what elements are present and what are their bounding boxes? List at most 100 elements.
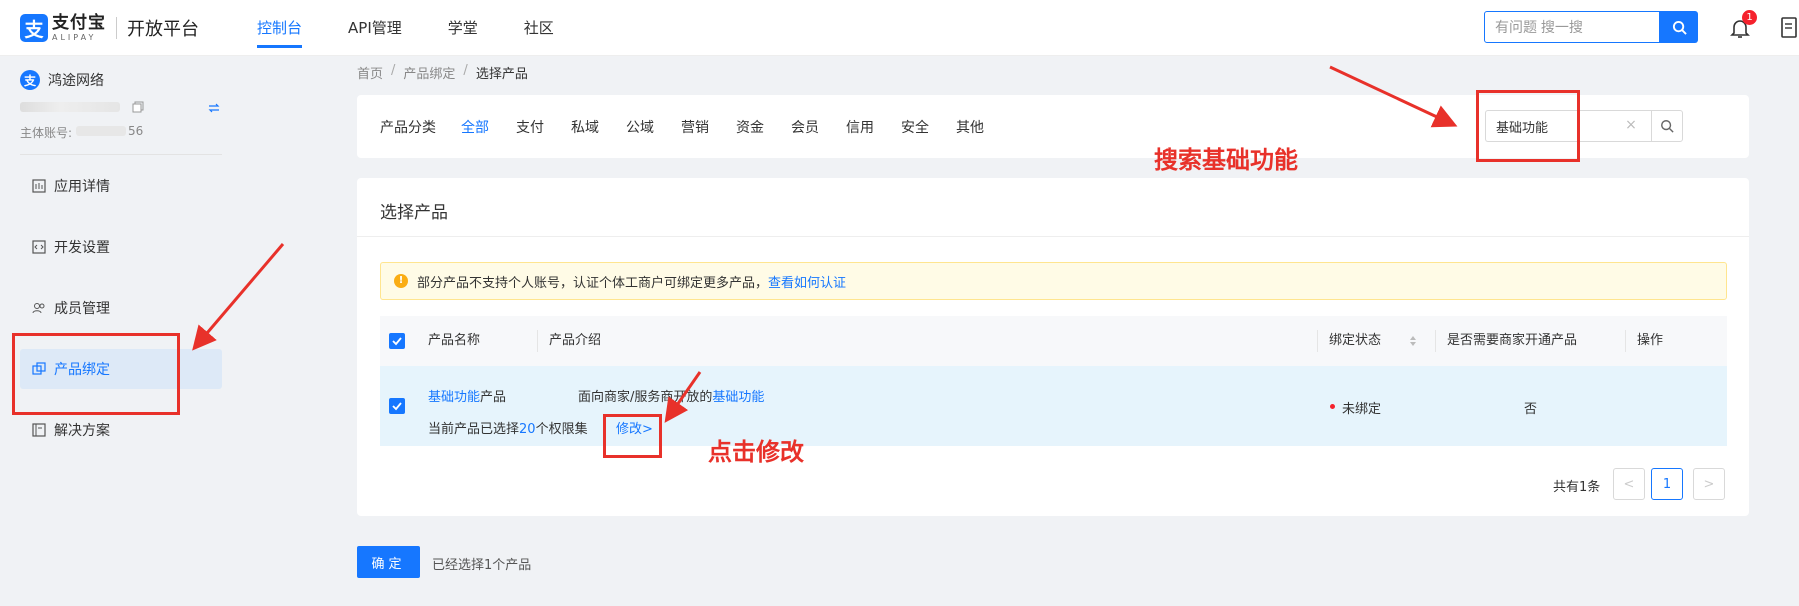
annotation-search-tip: 搜索基础功能 (1154, 146, 1298, 174)
nav-api-management[interactable]: API管理 (348, 0, 402, 56)
alipay-logo-icon: 支 (20, 14, 48, 42)
account-redacted (76, 126, 126, 136)
check-icon (392, 337, 402, 346)
grid-icon (32, 179, 46, 193)
nav-community[interactable]: 社区 (524, 0, 554, 56)
logo-wordmark: 支付宝 ALIPAY (52, 12, 106, 42)
top-search-input[interactable] (1484, 11, 1660, 43)
permission-count: 20 (519, 422, 536, 437)
column-divider (537, 330, 538, 352)
nav-console[interactable]: 控制台 (257, 0, 303, 56)
document-icon[interactable] (1780, 16, 1799, 40)
top-search-button[interactable] (1660, 11, 1698, 43)
category-label: 产品分类 (380, 120, 436, 136)
sidebar-item-label: 应用详情 (54, 179, 110, 195)
logo-en-text: ALIPAY (52, 32, 97, 42)
nav-academy[interactable]: 学堂 (448, 0, 478, 56)
category-private-domain[interactable]: 私域 (571, 117, 599, 137)
notice-banner: ! 部分产品不支持个人账号，认证个体工商户可绑定更多产品， 查看如何认证 (380, 262, 1727, 300)
category-payment[interactable]: 支付 (516, 117, 544, 137)
category-membership[interactable]: 会员 (791, 117, 819, 137)
confirm-button[interactable]: 确定 (357, 546, 420, 578)
pager-next-button[interactable]: > (1693, 468, 1725, 500)
product-search-button[interactable] (1651, 110, 1683, 142)
intro-prefix: 面向商家/服务商开放的 (578, 390, 713, 405)
app-header: 支 鸿途网络 (20, 70, 104, 90)
breadcrumb-current: 选择产品 (475, 67, 528, 82)
search-icon (1672, 20, 1687, 35)
pager-total: 共有1条 (1553, 480, 1601, 495)
swap-icon[interactable] (208, 102, 220, 114)
product-name: 基础功能产品 (428, 386, 506, 405)
select-all-checkbox[interactable] (389, 333, 405, 349)
annotation-modify-tip: 点击修改 (708, 438, 804, 466)
category-marketing[interactable]: 营销 (681, 117, 709, 137)
alipay-logo[interactable]: 支 支付宝 ALIPAY 开放平台 (20, 14, 199, 42)
category-all[interactable]: 全部 (461, 117, 489, 137)
product-intro: 面向商家/服务商开放的基础功能 (578, 386, 764, 405)
table-row[interactable]: 基础功能产品 当前产品已选择20个权限集 修改> 面向商家/服务商开放的基础功能… (380, 366, 1727, 446)
warning-icon: ! (394, 274, 408, 288)
category-tabs: 全部 支付 私域 公域 营销 资金 会员 信用 安全 其他 (461, 117, 1011, 137)
copy-icon[interactable] (132, 101, 144, 113)
card-divider (357, 236, 1749, 237)
permission-summary: 当前产品已选择20个权限集 (428, 418, 588, 437)
pager-prev-button[interactable]: < (1613, 468, 1645, 500)
notice-link[interactable]: 查看如何认证 (768, 272, 846, 291)
annotation-box-modify (603, 414, 662, 458)
logo-cn-text: 支付宝 (52, 12, 106, 33)
col-product-intro: 产品介绍 (549, 333, 602, 348)
product-name-suffix: 产品 (480, 390, 507, 405)
category-other[interactable]: 其他 (956, 117, 984, 137)
merchant-required: 否 (1524, 402, 1538, 417)
sidebar-item-label: 开发设置 (54, 240, 110, 256)
top-navbar: 支 支付宝 ALIPAY 开放平台 控制台 API管理 学堂 社区 1 (0, 0, 1799, 56)
app-id-redacted (20, 102, 120, 112)
notice-text: 部分产品不支持个人账号，认证个体工商户可绑定更多产品， (417, 275, 769, 291)
app-icon: 支 (20, 70, 40, 90)
check-icon (392, 402, 402, 411)
category-credit[interactable]: 信用 (846, 117, 874, 137)
breadcrumb: 首页 / 产品绑定 / 选择产品 (357, 63, 528, 82)
product-name-highlight[interactable]: 基础功能 (428, 390, 480, 405)
selected-count-text: 已经选择1个产品 (432, 558, 532, 573)
breadcrumb-separator: / (463, 63, 468, 78)
code-icon (32, 240, 46, 254)
col-merchant-required: 是否需要商家开通产品 (1447, 333, 1578, 348)
app-name: 鸿途网络 (48, 73, 104, 89)
search-icon (1661, 120, 1674, 133)
sort-icon[interactable] (1409, 335, 1417, 347)
col-product-name: 产品名称 (428, 333, 481, 348)
clear-icon[interactable]: × (1623, 117, 1639, 133)
col-action: 操作 (1637, 333, 1664, 348)
row-checkbox[interactable] (389, 398, 405, 414)
card-title: 选择产品 (380, 203, 448, 223)
breadcrumb-home[interactable]: 首页 (357, 63, 383, 82)
annotation-box-search (1476, 90, 1580, 162)
binding-status: 未绑定 (1342, 402, 1382, 417)
breadcrumb-separator: / (391, 63, 396, 78)
platform-title: 开放平台 (127, 19, 199, 40)
column-divider (1435, 330, 1436, 352)
col-binding-status: 绑定状态 (1329, 333, 1382, 348)
column-divider (1625, 330, 1626, 352)
doc-icon (32, 423, 46, 437)
sidebar-divider (20, 154, 222, 155)
category-security[interactable]: 安全 (901, 117, 929, 137)
permission-suffix: 个权限集 (535, 422, 588, 437)
breadcrumb-product-binding[interactable]: 产品绑定 (403, 63, 455, 82)
category-funds[interactable]: 资金 (736, 117, 764, 137)
sidebar-item-solutions[interactable]: 解决方案 (20, 410, 222, 450)
sidebar-item-dev-settings[interactable]: 开发设置 (20, 227, 222, 267)
sidebar: 支 鸿途网络 主体账号: 56 应用详情 开发设置 成员管理 产品绑定 解决方案 (0, 56, 228, 606)
sidebar-item-members[interactable]: 成员管理 (20, 288, 222, 328)
pager-page-1[interactable]: 1 (1651, 468, 1683, 500)
users-icon (32, 303, 45, 314)
column-divider (1317, 330, 1318, 352)
account-tail: 56 (128, 124, 144, 138)
account-label: 主体账号: (20, 126, 73, 140)
sidebar-item-app-details[interactable]: 应用详情 (20, 166, 222, 206)
notification-badge: 1 (1742, 10, 1757, 25)
category-public-domain[interactable]: 公域 (626, 117, 654, 137)
logo-divider (116, 17, 117, 39)
